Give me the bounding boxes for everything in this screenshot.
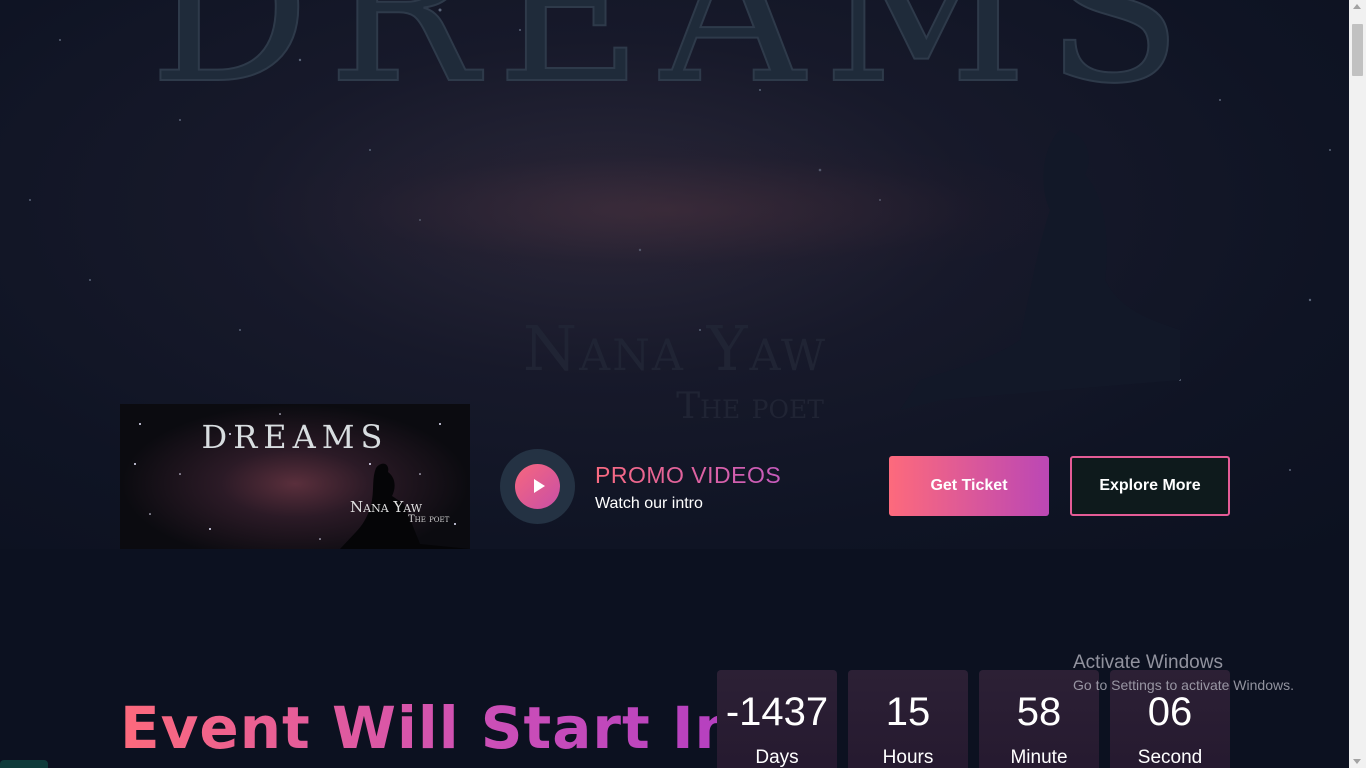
countdown-minutes-label: Minute (1010, 747, 1068, 768)
page: DREAMS Nana Yaw The poet DREAMS Nana Yaw… (0, 0, 1349, 768)
promo-subtitle: Watch our intro (595, 495, 703, 512)
poet-silhouette-image (900, 130, 1180, 410)
play-icon (534, 479, 545, 493)
hero-title: DREAMS (148, 0, 1201, 128)
countdown-hours-value: 15 (885, 690, 931, 734)
countdown-seconds-label: Second (1137, 747, 1203, 768)
countdown-days-label: Days (755, 747, 799, 768)
scroll-up-arrow-icon[interactable] (1353, 4, 1361, 9)
scrollbar-thumb[interactable] (1352, 24, 1363, 76)
explore-more-button[interactable]: Explore More (1070, 456, 1230, 516)
get-ticket-button[interactable]: Get Ticket (889, 456, 1049, 516)
promo-title: PROMO VIDEOS (595, 462, 782, 488)
countdown-minutes-value: 58 (1016, 690, 1062, 734)
countdown-seconds-value: 06 (1147, 690, 1193, 734)
promo-play-button[interactable] (500, 449, 575, 524)
countdown-days: -1437 Days (717, 670, 837, 768)
chat-widget-tab[interactable] (0, 760, 48, 768)
play-button-circle[interactable] (515, 464, 560, 509)
hero-artist-name: Nana Yaw (522, 312, 828, 385)
scroll-down-arrow-icon[interactable] (1353, 759, 1361, 764)
event-countdown-title: Event Will Start In (120, 694, 737, 762)
countdown-hours: 15 Hours (848, 670, 968, 768)
hero-artist-subtitle: The poet (676, 386, 824, 427)
vertical-scrollbar[interactable] (1349, 0, 1366, 768)
countdown-days-value: -1437 (725, 690, 829, 734)
activate-windows-title: Activate Windows (1073, 652, 1223, 673)
album-title: DREAMS (201, 418, 389, 456)
album-cover-thumbnail[interactable]: DREAMS Nana Yaw The poet (120, 404, 470, 549)
album-artist-subtitle: The poet (408, 514, 450, 525)
activate-windows-subtitle: Go to Settings to activate Windows. (1073, 677, 1294, 693)
countdown-hours-label: Hours (882, 747, 934, 768)
